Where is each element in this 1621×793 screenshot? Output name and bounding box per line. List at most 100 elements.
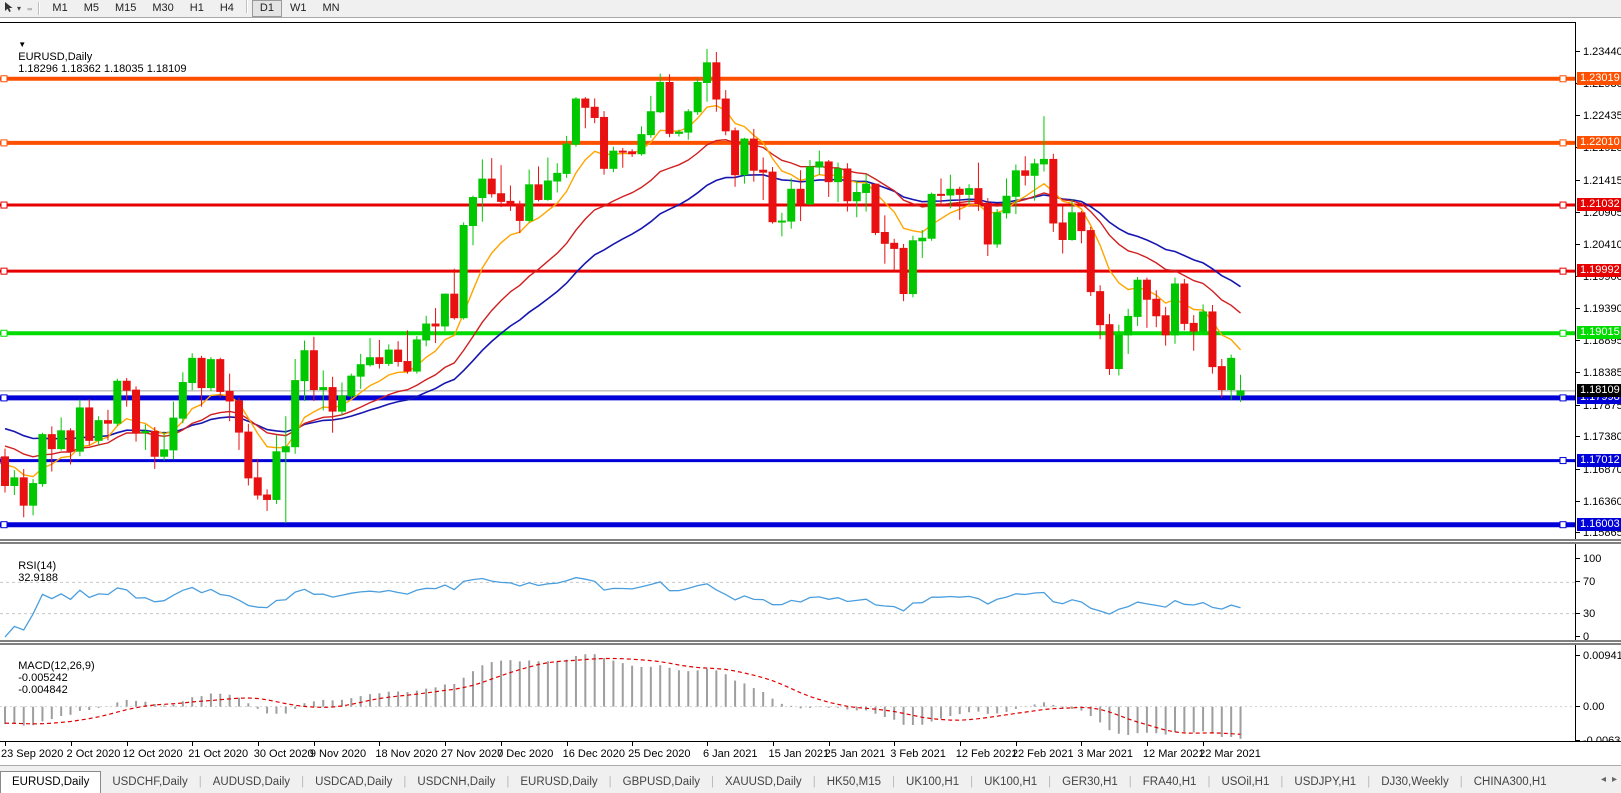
current-price-tag: 1.18109 [1577,384,1621,397]
chart-tab-5[interactable]: EURUSD,Daily [509,772,608,793]
chart-tab-8[interactable]: HK50,M15 [816,772,892,793]
candlestick [1153,290,1160,327]
candlestick [338,383,345,416]
date-tick [71,742,72,746]
candlestick [39,433,46,487]
chart-tab-11[interactable]: GER30,H1 [1051,772,1129,793]
candlestick [704,49,711,102]
timeframe-button-MN[interactable]: MN [314,0,347,17]
date-tick-label: 12 Feb 2021 [956,748,1018,760]
hline-price-tag: 1.19992 [1577,264,1621,277]
candlestick [928,192,935,240]
candlestick [601,111,608,175]
line-handle[interactable] [1560,522,1566,528]
candlestick [460,222,467,319]
chart-tab-14[interactable]: USDJPY,H1 [1283,772,1367,793]
date-tick [258,742,259,746]
date-tick [894,742,895,746]
chart-tab-13[interactable]: USOil,H1 [1210,772,1280,793]
candlestick [919,230,926,258]
candlestick [151,427,158,469]
timeframe-button-M5[interactable]: M5 [76,0,107,17]
candlestick [498,165,505,207]
hline-price-tag: 1.17012 [1577,454,1621,467]
candlestick [404,330,411,373]
line-handle[interactable] [1560,330,1566,336]
chart-title-marker-icon[interactable]: ▼ [18,40,26,49]
chart-tab-1[interactable]: USDCHF,Daily [101,772,198,793]
line-handle[interactable] [1560,140,1566,146]
price-axis[interactable]: 1.234401.229301.224351.219251.214151.209… [1575,22,1621,741]
candlestick [1218,359,1225,398]
line-handle[interactable] [1,268,7,274]
candlestick [1097,285,1104,339]
candlestick [1059,206,1066,253]
chart-tab-0[interactable]: EURUSD,Daily [0,771,101,793]
pane-splitter-rsi[interactable] [0,539,1621,544]
macd-pane[interactable] [0,645,1575,741]
candlestick [909,236,916,298]
candlestick [142,424,149,449]
price-axis-label: 1.19390 [1576,303,1621,315]
line-handle[interactable] [1560,458,1566,464]
rsi-pane[interactable] [0,544,1575,640]
chart-tab-6[interactable]: GBPUSD,Daily [612,772,711,793]
date-tick [379,742,380,746]
candlestick [329,377,336,433]
timeframe-button-D1[interactable]: D1 [252,0,282,17]
candlestick [835,163,842,202]
candlestick [619,148,626,168]
candlestick [1143,278,1150,328]
candlestick [825,160,832,197]
line-handle[interactable] [1560,202,1566,208]
chart-tab-15[interactable]: DJ30,Weekly [1370,772,1460,793]
tab-scroll-left-icon[interactable]: ◂ [1601,774,1606,785]
candlestick [1228,355,1235,400]
hline-price-tag: 1.21032 [1577,198,1621,211]
line-handle[interactable] [1,522,7,528]
line-handle[interactable] [1560,268,1566,274]
timeframe-button-M15[interactable]: M15 [107,0,144,17]
line-handle[interactable] [1,202,7,208]
line-handle[interactable] [1,140,7,146]
cursor-tool-icon[interactable] [4,2,14,16]
candlestick [507,185,514,210]
timeframe-button-H4[interactable]: H4 [212,0,242,17]
chart-tab-7[interactable]: XAUUSD,Daily [714,772,813,793]
date-tick-label: 7 Dec 2020 [497,748,553,760]
timeframe-button-H1[interactable]: H1 [182,0,212,17]
chart-tab-12[interactable]: FRA40,H1 [1132,772,1208,793]
cursor-tool-dropdown-icon[interactable]: ▾ [17,4,21,13]
line-handle[interactable] [1,330,7,336]
chart-tab-4[interactable]: USDCNH,Daily [406,772,506,793]
line-handle[interactable] [1560,76,1566,82]
date-tick [314,742,315,746]
line-handle[interactable] [1,395,7,401]
chart-tab-9[interactable]: UK100,H1 [895,772,970,793]
candlestick [470,196,477,246]
timeframe-button-M1[interactable]: M1 [44,0,75,17]
candlestick [994,209,1001,248]
candlestick [760,158,767,201]
date-axis[interactable]: 23 Sep 20202 Oct 202012 Oct 202021 Oct 2… [0,741,1621,765]
chart-tab-16[interactable]: CHINA300,H1 [1463,772,1558,793]
candlestick [179,372,186,423]
candlestick [526,170,533,223]
candlestick [778,213,785,237]
rsi-value: 32.9188 [18,572,58,584]
tab-scroll-right-icon[interactable]: ▸ [1612,774,1617,785]
line-handle[interactable] [1560,395,1566,401]
pane-splitter-macd[interactable] [0,640,1621,645]
chart-tab-2[interactable]: AUDUSD,Daily [202,772,301,793]
date-tick-label: 6 Jan 2021 [703,748,757,760]
timeframe-button-M30[interactable]: M30 [144,0,181,17]
candlestick [86,399,93,445]
rsi-label: RSI(14) 32.9188 [6,548,58,596]
candlestick [348,374,355,399]
timeframe-button-W1[interactable]: W1 [282,0,315,17]
rsi-line [5,578,1241,637]
price-chart-pane[interactable] [0,23,1575,539]
chart-tab-10[interactable]: UK100,H1 [973,772,1048,793]
price-axis-label: 1.17380 [1576,431,1621,443]
chart-tab-3[interactable]: USDCAD,Daily [304,772,403,793]
